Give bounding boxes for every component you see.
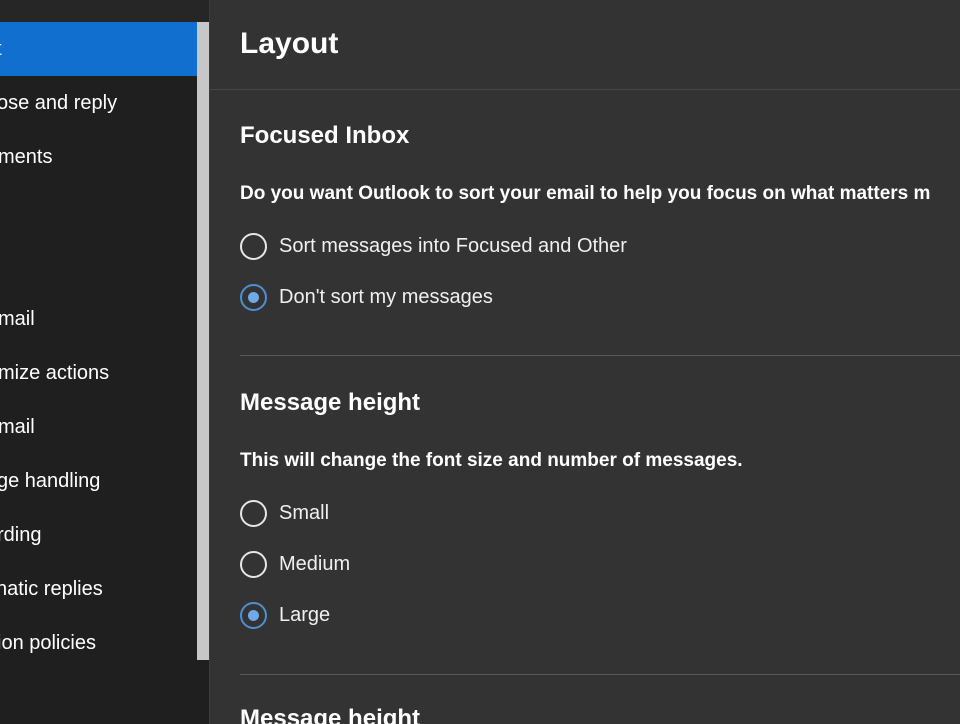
nav-item-sync-email[interactable]: mail — [0, 400, 197, 454]
page-title: Layout — [240, 27, 339, 60]
nav-item-layout[interactable]: t — [0, 22, 197, 76]
radio-small[interactable]: Small — [240, 497, 329, 529]
nav-item-label: ose and reply — [0, 92, 118, 114]
radio-button-checked[interactable] — [240, 601, 267, 629]
radio-button[interactable] — [240, 499, 267, 527]
radio-label: Sort messages into Focused and Other — [279, 234, 627, 257]
focused-inbox-title: Focused Inbox — [240, 122, 410, 149]
radio-button-checked[interactable] — [240, 283, 267, 311]
message-height-title: Message height — [240, 389, 421, 416]
radio-large[interactable]: Large — [240, 599, 330, 631]
nav-item-label: ge handling — [0, 470, 101, 492]
nav-item-label: mail — [0, 416, 35, 438]
section-divider — [240, 674, 960, 675]
radio-medium[interactable]: Medium — [240, 548, 350, 580]
nav-item-label: t — [0, 22, 2, 76]
section-divider — [240, 355, 960, 356]
nav-item-forwarding[interactable]: rding — [0, 508, 197, 562]
radio-button[interactable] — [240, 550, 267, 578]
focused-inbox-description: Do you want Outlook to sort your email t… — [240, 183, 931, 204]
nav-item-retention-policies[interactable]: ion policies — [0, 616, 197, 670]
radio-button[interactable] — [240, 232, 267, 260]
radio-dont-sort[interactable]: Don't sort my messages — [240, 281, 493, 313]
nav-item-label: natic replies — [0, 578, 103, 600]
nav-item-label: rding — [0, 524, 42, 546]
nav-item-label: mize actions — [0, 362, 110, 384]
nav-item-message-handling[interactable]: ge handling — [0, 454, 197, 508]
nav-item-compose-and-reply[interactable]: ose and reply — [0, 76, 197, 130]
nav-item-customize-actions[interactable]: mize actions — [0, 346, 197, 400]
settings-sidebar: t ose and reply ments mail mize actions … — [0, 0, 209, 724]
nav-item-label: ion policies — [0, 632, 96, 654]
radio-label: Large — [279, 603, 331, 626]
settings-content: Layout Focused Inbox Do you want Outlook… — [210, 0, 960, 724]
title-divider — [210, 89, 960, 90]
nav-item-junk-email[interactable]: mail — [0, 292, 197, 346]
next-section-title: Message height — [240, 705, 421, 724]
radio-label: Small — [279, 501, 330, 524]
radio-label: Medium — [279, 552, 351, 575]
nav-item-automatic-replies[interactable]: natic replies — [0, 562, 197, 616]
nav-item-label: ments — [0, 146, 53, 168]
sidebar-scrollbar[interactable] — [197, 22, 209, 660]
nav-item-attachments[interactable]: ments — [0, 130, 197, 184]
radio-sort-focused-other[interactable]: Sort messages into Focused and Other — [240, 230, 627, 262]
radio-label: Don't sort my messages — [279, 285, 493, 308]
sidebar-top-strip — [0, 0, 209, 22]
nav-item-label: mail — [0, 308, 35, 330]
message-height-description: This will change the font size and numbe… — [240, 450, 743, 471]
